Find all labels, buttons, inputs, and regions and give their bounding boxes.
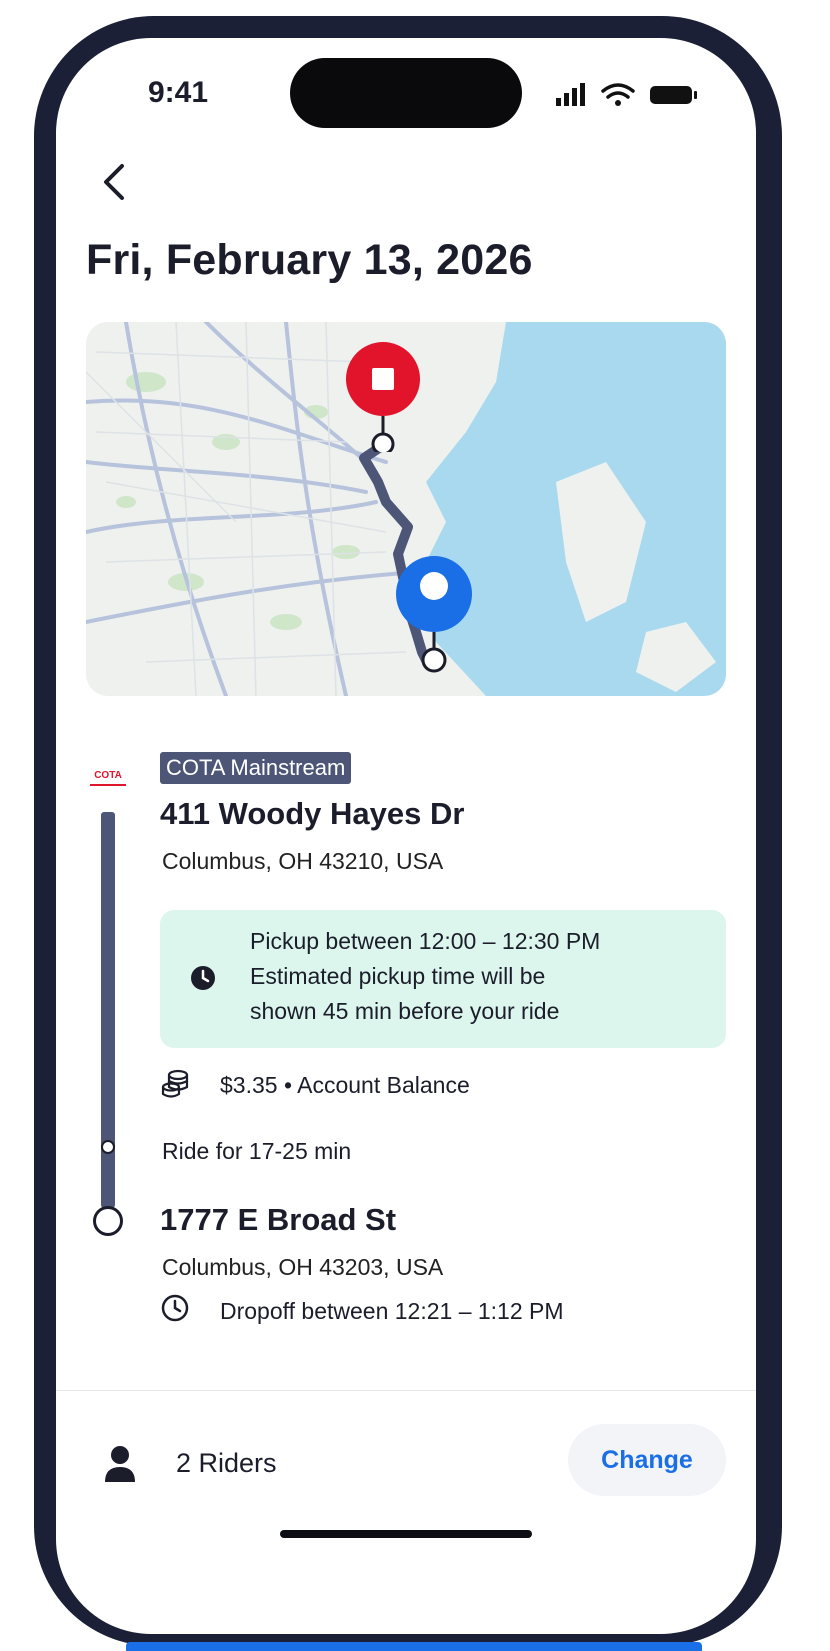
- dropoff-pin-icon: [346, 342, 420, 452]
- service-tag: COTA Mainstream: [160, 752, 352, 784]
- footer-divider: [56, 1390, 756, 1391]
- ride-duration: Ride for 17-25 min: [162, 1138, 352, 1164]
- change-riders-button[interactable]: Change: [568, 1424, 726, 1496]
- cellular-signal-icon: [556, 83, 585, 106]
- wifi-icon: [601, 83, 635, 106]
- person-icon: [105, 1446, 135, 1482]
- status-time: 9:41: [148, 76, 209, 109]
- pickup-city: Columbus, OH 43210, USA: [162, 848, 444, 874]
- coins-icon: [161, 1069, 189, 1098]
- battery-icon: [650, 86, 697, 104]
- dropoff-window: Dropoff between 12:21 – 1:12 PM: [220, 1298, 564, 1324]
- status-icons: [556, 83, 697, 106]
- pickup-info-text: Pickup between 12:00 – 12:30 PM Estimate…: [250, 924, 600, 1029]
- fare-text: $3.35 • Account Balance: [220, 1072, 470, 1098]
- pickup-pin-icon: [396, 556, 472, 673]
- clock-outline-icon: [161, 1294, 189, 1322]
- dropoff-city: Columbus, OH 43203, USA: [162, 1254, 444, 1280]
- clock-filled-icon: [191, 966, 215, 990]
- timeline-dropoff-dot: [93, 1206, 123, 1236]
- pickup-info-card: Pickup between 12:00 – 12:30 PM Estimate…: [160, 910, 726, 1048]
- route-map[interactable]: [86, 322, 726, 696]
- dropoff-address: 1777 E Broad St: [160, 1202, 397, 1237]
- bottom-accent-bar: [126, 1642, 702, 1651]
- agency-logo: COTA: [80, 762, 136, 798]
- pickup-note-line1: Estimated pickup time will be: [250, 963, 546, 989]
- svg-text:COTA: COTA: [94, 770, 122, 781]
- home-indicator[interactable]: [280, 1530, 532, 1538]
- back-chevron-icon[interactable]: [96, 160, 136, 204]
- pickup-window: Pickup between 12:00 – 12:30 PM: [250, 928, 601, 954]
- timeline-mid-dot: [101, 1140, 115, 1154]
- pickup-note-line2: shown 45 min before your ride: [250, 998, 560, 1024]
- rider-count: 2 Riders: [176, 1448, 277, 1478]
- pickup-address: 411 Woody Hayes Dr: [160, 796, 465, 831]
- dynamic-island: [290, 58, 522, 128]
- page-title: Fri, February 13, 2026: [86, 236, 533, 284]
